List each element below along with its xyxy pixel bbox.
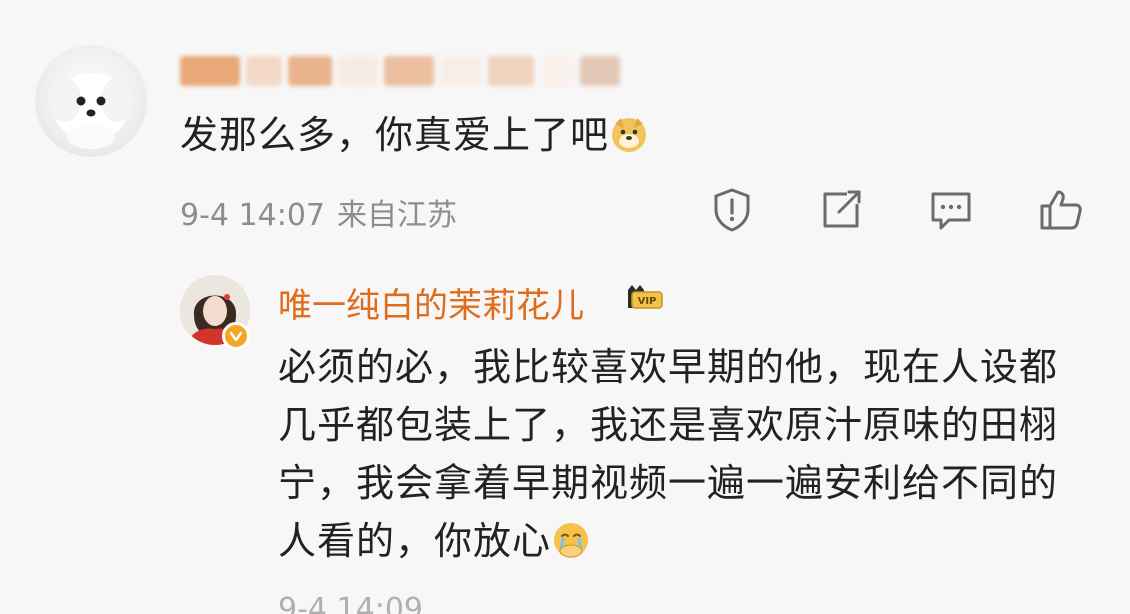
comment-location: 来自江苏 [337,198,457,233]
report-button[interactable] [708,186,756,234]
comment-thread: 发那么多，你真爱上了吧 9-4 14:07 来自江苏 唯一纯白的茉莉花儿 VIP… [0,0,1130,614]
comment-date: 9-4 14:07 [180,198,325,233]
share-button[interactable] [817,186,865,234]
vip-badge-icon: VIP [628,285,663,309]
reply-date: 9-4 14:09 [278,592,423,614]
doge-emoji-icon [609,114,649,163]
puppy-avatar-icon [49,73,133,149]
replier-username[interactable]: 唯一纯白的茉莉花儿 [278,278,584,327]
report-icon [714,188,750,232]
comment-button[interactable] [927,186,975,234]
reply-body: 必须的必，我比较喜欢早期的他，现在人设都几乎都包装上了，我还是喜欢原汁原味的田栩… [278,338,1078,576]
like-icon [1040,190,1082,230]
comment-text: 发那么多，你真爱上了吧 [180,113,610,157]
commenter-avatar[interactable] [35,45,147,157]
reply-text: 必须的必，我比较喜欢早期的他，现在人设都几乎都包装上了，我还是喜欢原汁原味的田栩… [278,345,1059,563]
comment-icon [931,192,971,230]
like-button[interactable] [1036,186,1084,234]
vip-badge-label: VIP [638,296,657,307]
vip-badge: VIP [624,282,664,314]
comment-meta: 9-4 14:07 来自江苏 [180,190,457,234]
crying-hands-emoji-icon [551,518,591,576]
commenter-username-blurred[interactable] [180,52,620,90]
share-icon [823,190,861,228]
verified-badge-icon [222,322,250,350]
comment-body: 发那么多，你真爱上了吧 [180,104,649,163]
